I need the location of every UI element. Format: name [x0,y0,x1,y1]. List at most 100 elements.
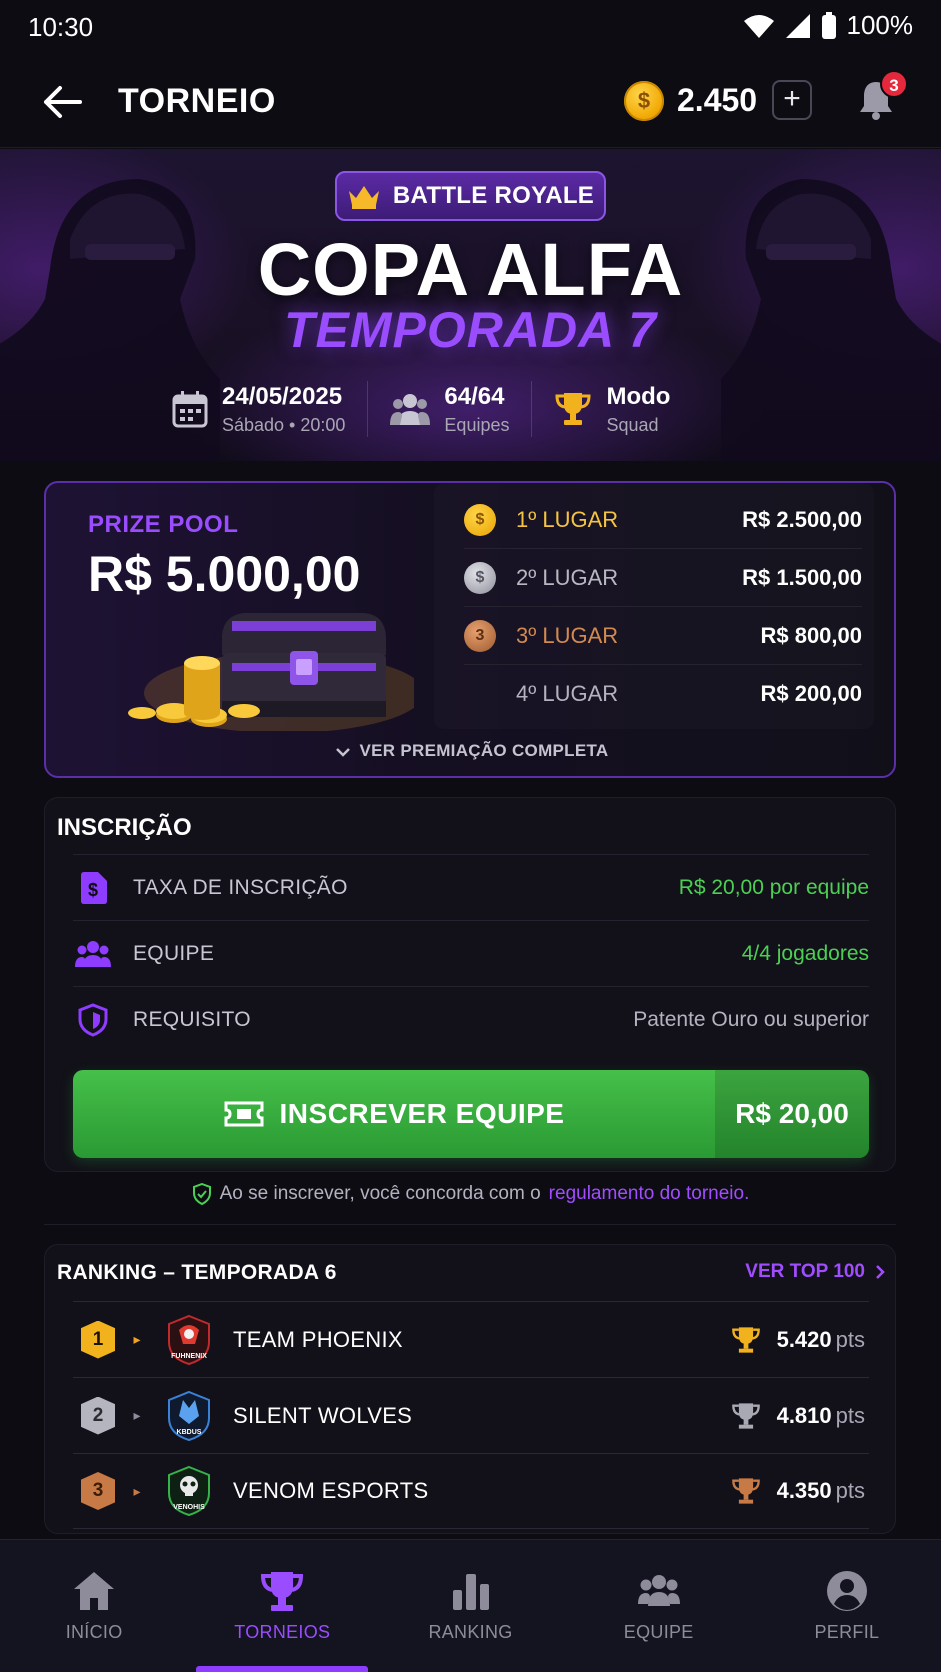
svg-text:$: $ [88,880,98,900]
prize-pool-label: PRIZE POOL [88,511,239,538]
wifi-icon [743,14,774,38]
registration-row: EQUIPE 4/4 jogadores [73,920,869,986]
info-date-value: 24/05/2025 [222,382,343,410]
team-name: SILENT WOLVES [233,1402,413,1428]
calendar-icon [172,391,208,428]
registration-row: REQUISITO Patente Ouro ou superior [73,986,869,1052]
crown-icon [348,186,379,209]
nav-team-label: EQUIPE [623,1622,694,1642]
info-teams-value: 64/64 [444,382,505,410]
bottom-navigation: INÍCIO TORNEIOS RANKING EQUIPE PERFIL [0,1539,941,1672]
treasure-chest-illustration [128,613,414,731]
game-mode-label: BATTLE ROYALE [392,182,595,209]
nav-home-label: INÍCIO [65,1622,123,1642]
bronze-medal-icon: 3 [464,619,496,652]
ranking-row[interactable]: 3 ▸ VENOHIS VENOM ESPORTS 4.350 pts [73,1453,869,1529]
team-points-unit: pts [835,1402,865,1428]
team-size-label: EQUIPE [133,941,215,965]
team-points-unit: pts [835,1478,865,1503]
prize-place-row: $ 1º LUGAR R$ 2.500,00 [464,491,862,549]
ranking-row[interactable]: 1 ▸ FUHNENIX TEAM PHOENIX 5.420 pts [73,1301,869,1377]
nav-tournaments-label: TORNEIOS [234,1622,331,1642]
register-team-label: INSCREVER EQUIPE [279,1098,565,1129]
trend-neutral-icon: ▸ [133,1407,141,1423]
requirement-label: REQUISITO [133,1007,251,1031]
users-icon [390,394,431,425]
prize-pool-amount: R$ 5.000,00 [88,546,361,602]
status-time: 10:30 [28,12,94,42]
prize-place-row: $ 2º LUGAR R$ 1.500,00 [464,549,862,607]
info-mode-value: Modo [606,382,671,410]
registration-title: INSCRIÇÃO [57,814,192,841]
trophy-icon [555,393,591,425]
prize-place-name: 3º LUGAR [516,622,619,648]
info-mode: Modo Squad [531,381,692,437]
prize-place-amount: R$ 2.500,00 [742,506,862,532]
place-spacer [464,678,496,710]
prize-place-name: 2º LUGAR [516,564,619,590]
team-phoenix-logo: FUHNENIX [168,1314,210,1365]
prize-place-amount: R$ 1.500,00 [742,564,862,590]
prize-places-list: $ 1º LUGAR R$ 2.500,00 $ 2º LUGAR R$ 1.5… [434,483,874,729]
prize-pool-card: PRIZE POOL R$ 5.000,00 $ 1º LUGAR R$ 2.5… [44,481,896,778]
info-teams-sub: Equipes [444,414,510,435]
nav-profile[interactable]: PERFIL [753,1540,941,1672]
team-name: VENOM ESPORTS [233,1478,429,1503]
info-date: 24/05/2025 Sábado • 20:00 [150,381,367,437]
nav-ranking-label: RANKING [428,1622,513,1642]
nav-profile-label: PERFIL [814,1622,880,1642]
registration-fee-label: TAXA DE INSCRIÇÃO [133,875,348,899]
registration-fee-value: R$ 20,00 por equipe [678,875,869,899]
see-full-prizes-link[interactable]: VER PREMIAÇÃO COMPLETA [46,741,898,761]
team-logo-text: FUHNENIX [171,1353,207,1360]
ranking-title: RANKING – TEMPORADA 6 [57,1261,337,1284]
back-arrow-icon[interactable] [38,80,86,124]
price-tag-icon: $ [73,868,113,908]
ranking-row[interactable]: 2 ▸ KBDUS SILENT WOLVES 4.810 pts [73,1377,869,1453]
register-team-price: R$ 20,00 [715,1070,869,1158]
info-date-sub: Sábado • 20:00 [222,414,346,435]
team-icon [637,1575,680,1606]
team-name: TEAM PHOENIX [233,1326,403,1352]
gold-medal-icon: $ [464,503,496,536]
registration-row: $ TAXA DE INSCRIÇÃO R$ 20,00 por equipe [73,854,869,920]
page-title: TORNEIO [118,82,276,120]
coin-icon: $ [624,81,664,121]
team-points: 4.350 [776,1478,832,1503]
registration-card: INSCRIÇÃO $ TAXA DE INSCRIÇÃO R$ 20,00 p… [44,797,896,1172]
silver-medal-icon: $ [464,561,496,594]
nav-ranking[interactable]: RANKING [376,1540,564,1672]
ranking-card: RANKING – TEMPORADA 6 VER TOP 100 1 ▸ FU… [44,1244,896,1534]
bar-chart-icon [452,1574,489,1610]
rank-position-badge: 3 [81,1472,115,1510]
requirement-value: Patente Ouro ou superior [633,1007,869,1031]
nav-home[interactable]: INÍCIO [0,1540,188,1672]
tournament-info: 24/05/2025 Sábado • 20:00 64/64 Equipes [150,374,791,444]
terms-link[interactable]: regulamento do torneio. [549,1183,750,1205]
add-coins-button[interactable]: + [772,80,812,120]
view-top-100-link[interactable]: VER TOP 100 [745,1261,885,1283]
info-teams: 64/64 Equipes [367,381,531,437]
tournament-season: TEMPORADA 7 [283,302,658,358]
trend-up-icon: ▸ [133,1331,141,1347]
ticket-icon [224,1101,264,1127]
signal-icon [785,13,810,38]
top-app-bar: TORNEIO $ 2.450 + 3 [0,52,941,148]
terms-notice: Ao se inscrever, você concorda com o reg… [0,1183,941,1205]
status-bar: 10:30 100% [0,0,941,52]
coin-balance: 2.450 [677,82,758,118]
status-indicators: 100% [743,10,914,41]
gold-trophy-icon [731,1326,760,1353]
silent-wolves-logo: KBDUS [168,1390,210,1441]
battery-level: 100% [846,10,914,40]
nav-team[interactable]: EQUIPE [565,1540,753,1672]
terms-text: Ao se inscrever, você concorda com o [219,1183,541,1204]
active-tab-indicator [196,1666,369,1672]
venom-esports-logo: VENOHIS [168,1465,210,1517]
team-logo-text: KBDUS [177,1429,202,1436]
section-divider [44,1224,896,1225]
register-team-button[interactable]: INSCREVER EQUIPE R$ 20,00 [73,1070,869,1158]
nav-tournaments[interactable]: TORNEIOS [188,1540,376,1672]
team-points-unit: pts [835,1326,865,1352]
chevron-right-icon [876,1265,885,1279]
